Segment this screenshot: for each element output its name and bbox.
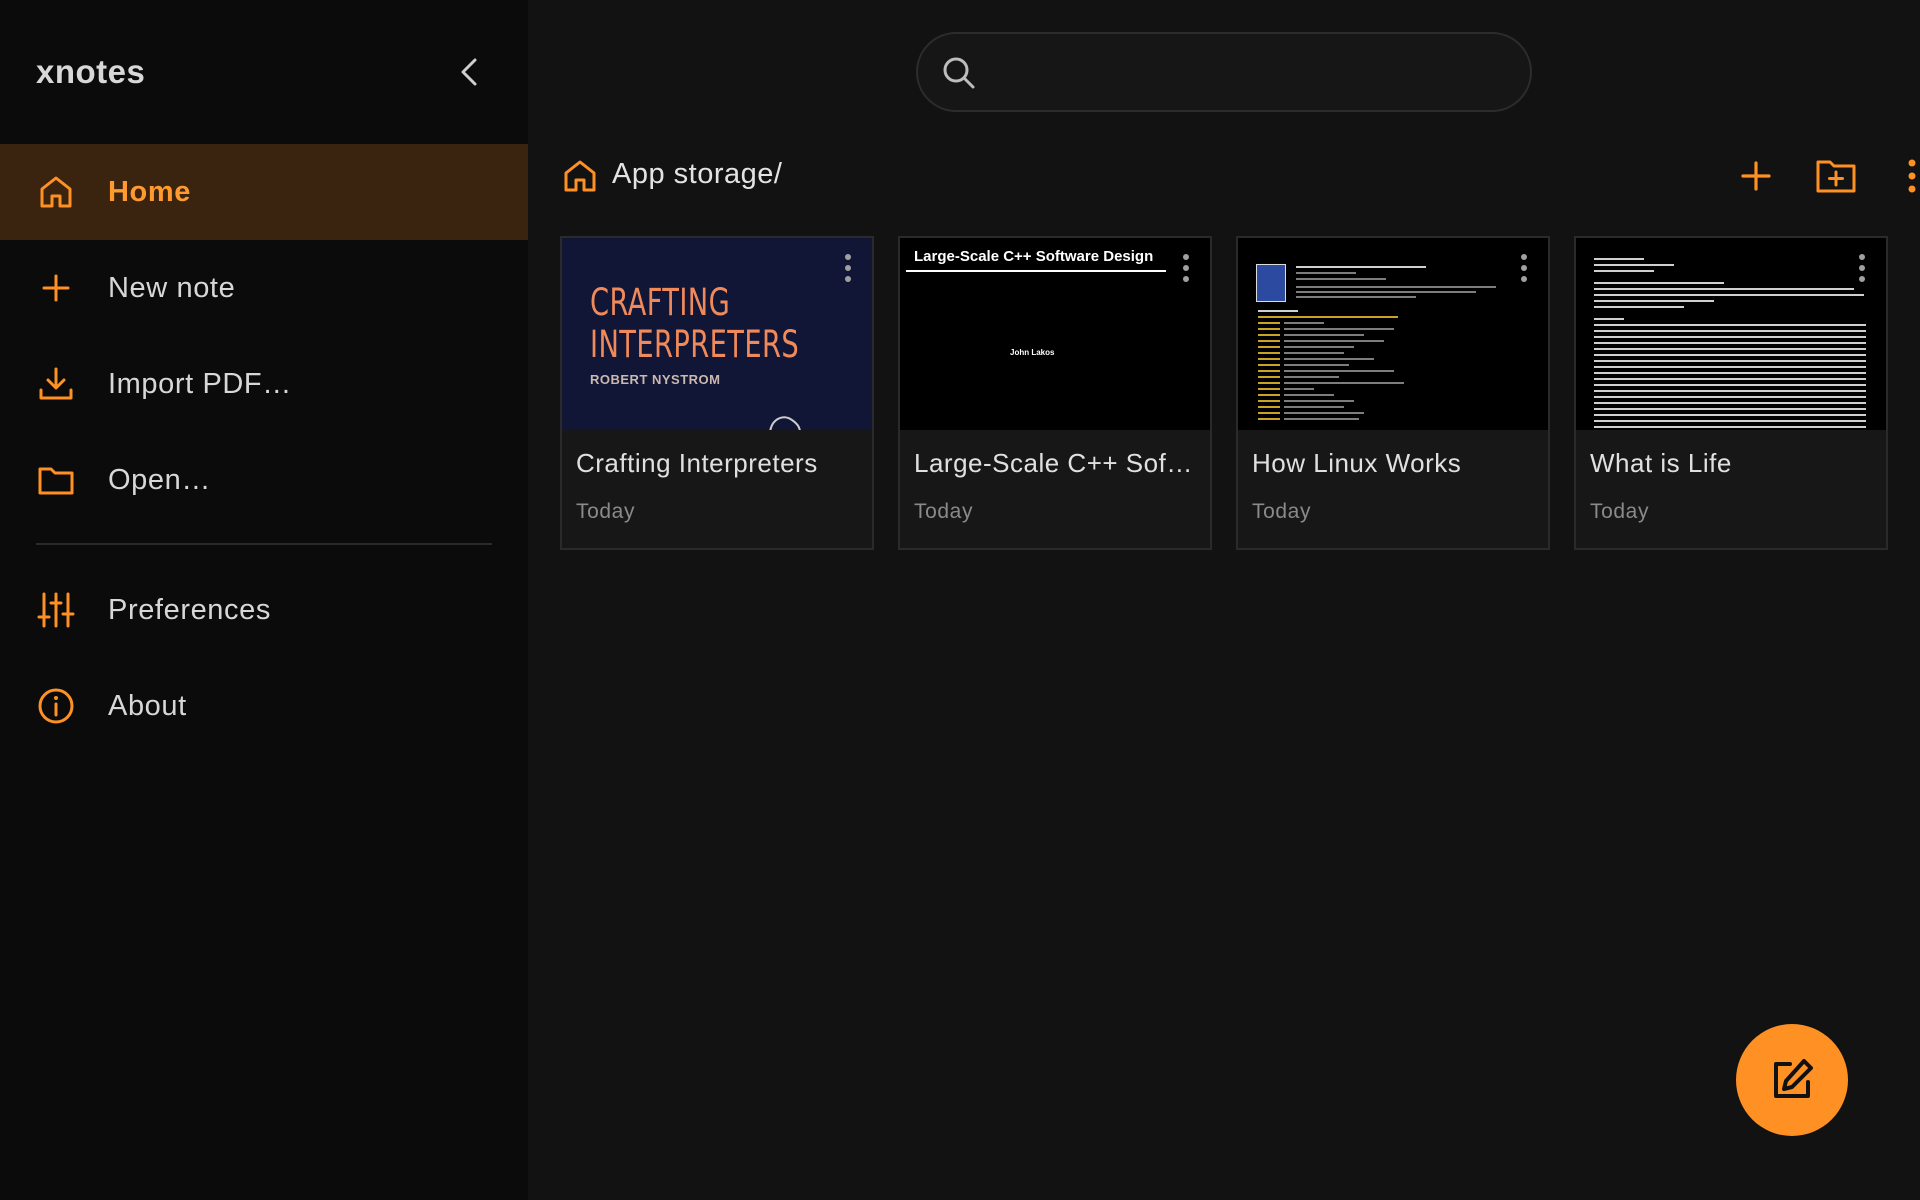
note-thumbnail: CRAFTING INTERPRETERS ROBERT NYSTROM [562, 238, 872, 430]
note-card[interactable]: How Linux Works Today [1236, 236, 1550, 550]
search-input[interactable] [988, 48, 1508, 98]
note-date: Today [576, 500, 636, 523]
sidebar-item-label: Import PDF… [108, 367, 292, 400]
note-card[interactable]: CRAFTING INTERPRETERS ROBERT NYSTROM Craf… [560, 236, 874, 550]
edit-icon [1774, 1059, 1813, 1098]
thumbnail-rule [906, 270, 1166, 272]
home-icon [40, 176, 72, 208]
main-content: App storage/ CRAFTING INTERPRETERS ROBERT… [528, 0, 1920, 1200]
search-icon [943, 57, 975, 89]
app-window: xnotes Home New note Import PDF… Open… P… [0, 0, 1920, 1200]
thumbnail-illustration [769, 416, 801, 430]
note-card[interactable]: Large-Scale C++ Software Design John Lak… [898, 236, 1212, 550]
notes-grid: CRAFTING INTERPRETERS ROBERT NYSTROM Craf… [560, 236, 1920, 550]
thumbnail-title: CRAFTING INTERPRETERS [590, 281, 800, 366]
folder-icon [38, 467, 74, 495]
app-title: xnotes [36, 53, 146, 90]
sidebar-item-preferences[interactable]: Preferences [0, 562, 528, 658]
folder-plus-icon [1816, 160, 1856, 193]
plus-icon [42, 274, 70, 302]
note-date: Today [1252, 500, 1312, 523]
sliders-icon [37, 592, 75, 628]
collapse-sidebar-button[interactable] [448, 50, 492, 94]
sidebar-item-open[interactable]: Open… [0, 432, 528, 528]
note-thumbnail [1576, 238, 1886, 430]
chevron-left-icon [461, 58, 477, 86]
sidebar: xnotes Home New note Import PDF… Open… P… [0, 0, 528, 1200]
home-icon[interactable] [560, 156, 600, 196]
sidebar-item-label: Home [108, 175, 191, 208]
note-card[interactable]: What is Life Today [1574, 236, 1888, 550]
sidebar-item-about[interactable]: About [0, 658, 528, 754]
note-thumbnail: Large-Scale C++ Software Design John Lak… [900, 238, 1210, 430]
add-note-button[interactable] [1732, 152, 1780, 200]
more-vert-icon [1908, 159, 1916, 193]
sidebar-item-new-note[interactable]: New note [0, 240, 528, 336]
more-options-button[interactable] [1888, 152, 1920, 200]
breadcrumb-path[interactable]: App storage/ [612, 158, 782, 191]
sidebar-item-label: About [108, 689, 187, 722]
card-menu-button[interactable] [1514, 254, 1534, 290]
sidebar-item-import-pdf[interactable]: Import PDF… [0, 336, 528, 432]
download-icon [39, 367, 73, 400]
new-note-fab[interactable] [1736, 1024, 1848, 1136]
sidebar-item-home[interactable]: Home [0, 144, 528, 240]
note-date: Today [1590, 500, 1650, 523]
note-title: Crafting Interpreters [576, 448, 818, 478]
search-bar[interactable] [916, 32, 1532, 112]
note-title: What is Life [1590, 448, 1732, 478]
card-menu-button[interactable] [838, 254, 858, 290]
new-folder-button[interactable] [1812, 152, 1860, 200]
card-menu-button[interactable] [1852, 254, 1872, 290]
thumbnail-title: Large-Scale C++ Software Design [914, 248, 1154, 265]
sidebar-item-label: New note [108, 271, 236, 304]
sidebar-header: xnotes [36, 50, 492, 94]
thumbnail-author: John Lakos [1010, 348, 1055, 357]
sidebar-divider [36, 543, 492, 545]
plus-icon [1741, 161, 1771, 191]
card-menu-button[interactable] [1176, 254, 1196, 290]
note-title: How Linux Works [1252, 448, 1462, 478]
thumbnail-book-cover [1256, 264, 1286, 302]
sidebar-item-label: Preferences [108, 593, 271, 626]
note-thumbnail [1238, 238, 1548, 430]
sidebar-item-label: Open… [108, 463, 211, 496]
note-date: Today [914, 500, 974, 523]
breadcrumb: App storage/ [560, 152, 1916, 200]
thumbnail-author: ROBERT NYSTROM [590, 372, 721, 387]
info-icon [38, 688, 74, 724]
note-title: Large-Scale C++ Soft… [914, 448, 1198, 478]
